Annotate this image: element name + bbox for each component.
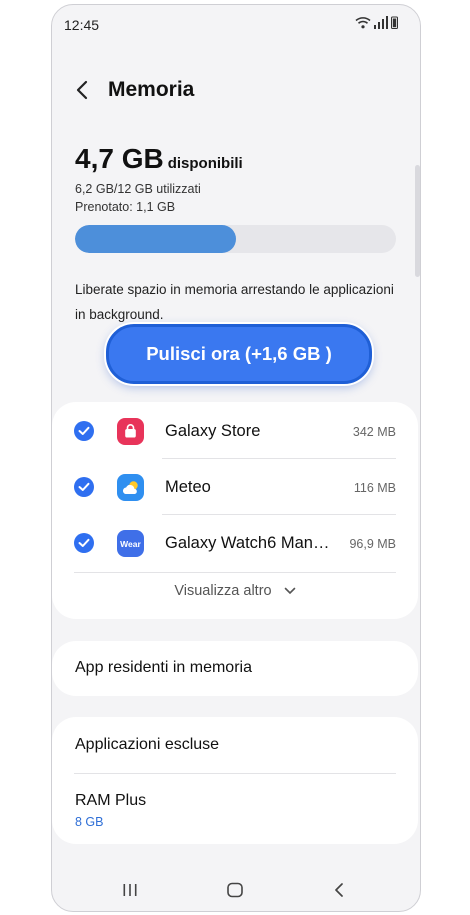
memory-usage-fill [75, 225, 236, 253]
recent-apps-icon[interactable] [122, 882, 138, 898]
app-name: Meteo [165, 478, 211, 496]
info-text: Liberate spazio in memoria arrestando le… [75, 282, 394, 322]
scroll-handle[interactable] [415, 165, 420, 277]
navigation-bar [52, 870, 420, 910]
app-name: Galaxy Store [165, 422, 261, 440]
excluded-apps-item[interactable]: Applicazioni escluse [52, 717, 418, 773]
ram-plus-item[interactable]: RAM Plus 8 GB [52, 774, 418, 844]
app-size: 96,9 MB [349, 537, 396, 551]
page-title: Memoria [108, 78, 195, 101]
divider [74, 572, 396, 573]
weather-icon [117, 474, 144, 501]
excluded-apps-label: Applicazioni escluse [75, 736, 220, 753]
divider [162, 514, 396, 515]
divider [162, 458, 396, 459]
phone-frame: 12:45 Memoria 4,7 GB disponibili 6,2 GB/… [51, 4, 421, 912]
available-label: disponibili [167, 155, 243, 172]
memory-usage-bar [75, 225, 396, 253]
app-size: 342 MB [352, 425, 396, 439]
galaxy-store-icon [117, 418, 144, 445]
header: Memoria [52, 67, 420, 113]
resident-apps-label: App residenti in memoria [75, 659, 252, 676]
status-bar: 12:45 [52, 5, 420, 45]
status-icons [355, 16, 398, 29]
status-time: 12:45 [64, 17, 100, 33]
wifi-icon [355, 17, 371, 29]
check-icon [78, 538, 90, 547]
clean-now-button[interactable]: Pulisci ora (+1,6 GB ) [106, 324, 372, 384]
show-more-label: Visualizza altro [174, 583, 272, 599]
available-memory: 4,7 GB disponibili [75, 143, 243, 175]
check-icon [78, 426, 90, 435]
ram-plus-value: 8 GB [75, 815, 104, 829]
battery-icon [391, 16, 398, 29]
home-icon[interactable] [226, 882, 244, 898]
checkbox-checked[interactable] [74, 533, 94, 553]
checkbox-checked[interactable] [74, 421, 94, 441]
wear-icon-text: Wear [120, 538, 141, 549]
wear-icon: Wear [117, 530, 144, 557]
app-size: 116 MB [353, 481, 396, 495]
settings-card: Applicazioni escluse RAM Plus 8 GB [52, 717, 418, 844]
show-more-button[interactable]: Visualizza altro [52, 583, 418, 599]
app-name: Galaxy Watch6 Manager [165, 534, 335, 552]
back-arrow-icon[interactable] [72, 78, 94, 102]
app-row[interactable]: Meteo 116 MB [52, 460, 418, 516]
background-apps-card: Galaxy Store 342 MB Meteo 116 MB Wear Ga… [52, 402, 418, 619]
back-nav-icon[interactable] [332, 882, 346, 898]
ram-plus-label: RAM Plus [75, 792, 147, 809]
used-memory-text: 6,2 GB/12 GB utilizzati [75, 182, 201, 196]
reserved-memory-text: Prenotato: 1,1 GB [75, 200, 176, 214]
app-row[interactable]: Wear Galaxy Watch6 Manager 96,9 MB [52, 516, 418, 572]
check-icon [78, 482, 90, 491]
available-value: 4,7 GB [75, 143, 164, 174]
resident-apps-item[interactable]: App residenti in memoria [52, 641, 418, 696]
checkbox-checked[interactable] [74, 477, 94, 497]
app-row[interactable]: Galaxy Store 342 MB [52, 404, 418, 460]
signal-icon [374, 16, 388, 29]
chevron-down-icon [284, 587, 295, 595]
